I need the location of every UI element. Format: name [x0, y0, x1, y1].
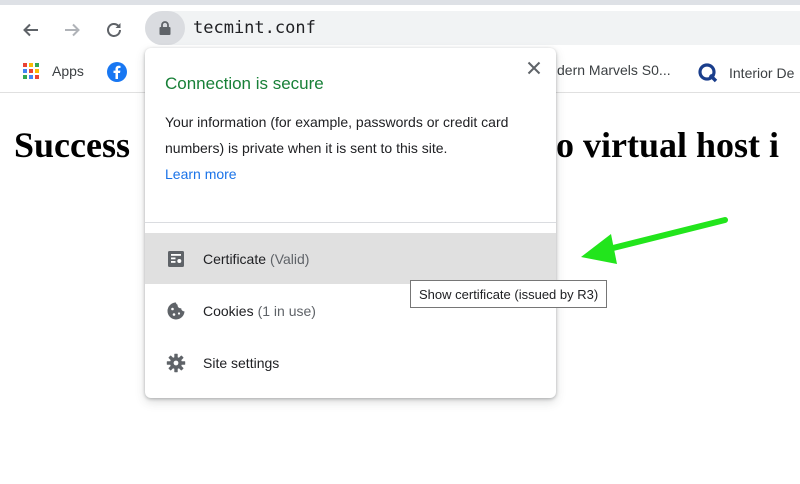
arrow-left-icon: [23, 23, 38, 37]
bookmark-item-3-label: Interior De: [729, 65, 795, 81]
q-logo-icon: [698, 63, 718, 83]
site-settings-item[interactable]: Site settings: [145, 337, 556, 388]
url-text[interactable]: tecmint.conf: [193, 18, 316, 38]
bookmark-apps-label: Apps: [52, 63, 84, 79]
tooltip-text: Show certificate (issued by R3): [419, 286, 599, 302]
page-heading-left: Success: [14, 125, 130, 165]
bookmark-item-3[interactable]: Interior De: [697, 62, 794, 84]
site-settings-label: Site settings: [203, 354, 280, 371]
bookmark-apps[interactable]: Apps: [22, 62, 84, 80]
certificate-label: Certificate: [203, 250, 267, 267]
lock-icon: [159, 21, 171, 35]
certificate-tooltip: Show certificate (issued by R3): [410, 280, 608, 308]
reload-button[interactable]: [103, 19, 125, 41]
site-info-popup: Connection is secure Your information (f…: [145, 48, 556, 398]
certificate-icon: [166, 249, 186, 269]
annotation-arrow: [581, 217, 728, 264]
apps-grid-icon: [23, 63, 39, 79]
bookmark-item-2-label: dern Marvels S0...: [557, 62, 671, 78]
close-icon: [527, 61, 541, 75]
certificate-item[interactable]: Certificate (Valid): [145, 233, 556, 284]
connection-description: Your information (for example, passwords…: [165, 114, 509, 156]
page-heading-right: o virtual host i: [556, 125, 780, 165]
divider: [145, 222, 556, 223]
close-button[interactable]: [524, 58, 544, 78]
cookies-count: (1 in use): [257, 302, 316, 319]
arrow-right-icon: [65, 23, 80, 37]
reload-icon: [107, 23, 121, 37]
certificate-status: (Valid): [270, 250, 310, 267]
learn-more-link[interactable]: Learn more: [165, 161, 525, 187]
facebook-icon: [107, 62, 127, 82]
bookmark-item-2[interactable]: dern Marvels S0...: [557, 62, 671, 78]
connection-status-title: Connection is secure: [165, 74, 324, 93]
back-button[interactable]: [20, 19, 42, 41]
bookmark-facebook[interactable]: [107, 62, 127, 82]
forward-button[interactable]: [61, 19, 83, 41]
site-info-button[interactable]: [145, 11, 185, 45]
cookies-label: Cookies: [203, 302, 254, 319]
cookie-icon: [166, 301, 186, 321]
connection-info: Your information (for example, passwords…: [165, 109, 525, 187]
gear-icon: [166, 353, 186, 373]
